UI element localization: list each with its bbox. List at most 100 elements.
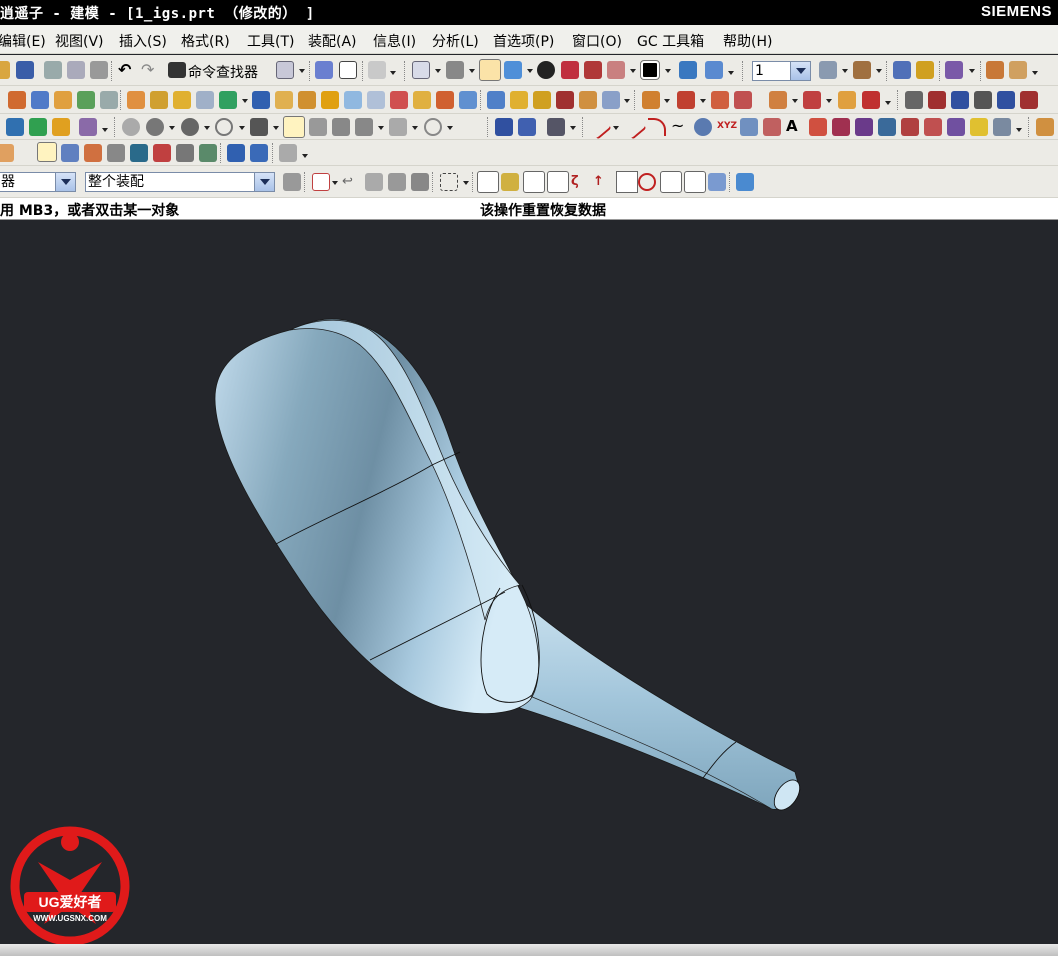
box-icon[interactable]	[607, 61, 625, 79]
sync-icon-7[interactable]	[838, 91, 856, 109]
misc-icon-11[interactable]	[250, 144, 268, 162]
shade-icon[interactable]	[446, 61, 464, 79]
redo-icon[interactable]: ↷	[141, 61, 159, 79]
menu-analysis[interactable]: 分析(L)	[432, 31, 479, 51]
window-icon[interactable]	[339, 61, 357, 79]
open-icon[interactable]	[0, 61, 10, 79]
misc-icon-8[interactable]	[176, 144, 194, 162]
snap-icon[interactable]	[315, 61, 333, 79]
snap-control-icon[interactable]: ζ	[571, 173, 589, 191]
sync-icon-8[interactable]	[862, 91, 880, 109]
sync-icon-3[interactable]	[711, 91, 729, 109]
menu-edit[interactable]: 编辑(E)	[0, 31, 46, 51]
graphics-viewport[interactable]	[0, 221, 1058, 956]
fit-view-icon[interactable]	[412, 61, 430, 79]
undo-icon[interactable]: ↶	[118, 61, 136, 79]
slot-icon[interactable]	[321, 91, 339, 109]
magnify-icon[interactable]	[916, 61, 934, 79]
rotate-icon[interactable]	[705, 61, 723, 79]
circle-icon[interactable]	[146, 118, 164, 136]
menu-insert[interactable]: 插入(S)	[119, 31, 167, 51]
sync-icon-4[interactable]	[734, 91, 752, 109]
select-body-icon[interactable]	[365, 173, 383, 191]
intersect-icon[interactable]	[533, 91, 551, 109]
point-snap-icon[interactable]	[312, 173, 330, 191]
black-square-icon[interactable]	[640, 60, 660, 80]
misc-icon-6[interactable]	[130, 144, 148, 162]
snap-existing-icon[interactable]	[660, 171, 682, 193]
feature-icon-4[interactable]	[77, 91, 95, 109]
isoparametric-icon[interactable]	[901, 118, 919, 136]
menu-format[interactable]: 格式(R)	[181, 31, 230, 51]
sync-icon-5[interactable]	[769, 91, 787, 109]
book-icon[interactable]	[252, 91, 270, 109]
misc-icon-2[interactable]	[37, 142, 57, 162]
ruler-icon[interactable]	[986, 61, 1004, 79]
square-icon[interactable]	[250, 118, 268, 136]
surface-icon-1[interactable]	[6, 118, 24, 136]
model-head-surface[interactable]	[214, 318, 540, 715]
cut-icon[interactable]	[44, 61, 62, 79]
feature-icon-1[interactable]	[8, 91, 26, 109]
line2-icon[interactable]	[621, 114, 647, 140]
filter-icon[interactable]	[283, 173, 301, 191]
groove-icon[interactable]	[298, 91, 316, 109]
layer-settings-icon[interactable]	[819, 61, 837, 79]
law-curve-icon[interactable]	[763, 118, 781, 136]
menu-info[interactable]: 信息(I)	[373, 31, 416, 51]
surface-icon-2[interactable]	[29, 118, 47, 136]
cancel-icon[interactable]	[424, 118, 442, 136]
measure-icon[interactable]	[893, 61, 911, 79]
snap-center-icon[interactable]	[616, 171, 638, 193]
offset-icon[interactable]	[459, 91, 477, 109]
surface-icon-3[interactable]	[52, 118, 70, 136]
snap-point-icon-1[interactable]	[477, 171, 499, 193]
draft-icon[interactable]	[436, 91, 454, 109]
save-icon[interactable]	[16, 61, 34, 79]
feature-icon-3[interactable]	[54, 91, 72, 109]
split-curve-icon[interactable]	[993, 118, 1011, 136]
snap-midpoint-icon[interactable]	[547, 171, 569, 193]
misc-icon-10[interactable]	[227, 144, 245, 162]
wrap-icon[interactable]	[947, 118, 965, 136]
sync-icon-2[interactable]	[677, 91, 695, 109]
extract-icon[interactable]	[970, 118, 988, 136]
pocket-icon[interactable]	[275, 91, 293, 109]
gear-icon[interactable]	[740, 118, 758, 136]
menu-preferences[interactable]: 首选项(P)	[493, 31, 554, 51]
misc-icon-4[interactable]	[84, 144, 102, 162]
misc-icon-1[interactable]	[0, 144, 14, 162]
line-icon[interactable]	[586, 114, 612, 140]
angle-icon[interactable]	[1009, 61, 1027, 79]
curve-icon-4[interactable]	[974, 91, 992, 109]
binoculars-icon[interactable]	[168, 62, 186, 78]
copy-icon[interactable]	[67, 61, 85, 79]
select-face-icon[interactable]	[388, 173, 406, 191]
chevron-down-icon[interactable]	[790, 62, 810, 80]
model-3d-view[interactable]	[0, 221, 1058, 956]
feature-icon-5[interactable]	[100, 91, 118, 109]
pen-icon[interactable]	[518, 118, 536, 136]
menu-gc-toolbox[interactable]: GC 工具箱	[637, 31, 704, 51]
blend-icon[interactable]	[390, 91, 408, 109]
shaded-cube-icon[interactable]	[504, 61, 522, 79]
spline-icon[interactable]: ~	[671, 118, 689, 136]
snap-on-curve-icon[interactable]	[684, 171, 706, 193]
play-icon[interactable]	[945, 61, 963, 79]
offset-curve-icon[interactable]	[809, 118, 827, 136]
command-finder-button[interactable]: 命令查找器	[188, 62, 258, 82]
misc-icon-3[interactable]	[61, 144, 79, 162]
feature-icon-2[interactable]	[31, 91, 49, 109]
no-symbol-icon[interactable]	[215, 118, 233, 136]
subtract-icon[interactable]	[510, 91, 528, 109]
plane-icon[interactable]	[332, 118, 350, 136]
view-cube-icon[interactable]	[736, 173, 754, 191]
type-filter-combo[interactable]: 器	[0, 172, 76, 192]
red-box-icon[interactable]	[584, 61, 602, 79]
text-icon[interactable]: A	[786, 118, 804, 136]
layer-combo[interactable]: 1	[752, 61, 811, 81]
patch-icon[interactable]	[602, 91, 620, 109]
person-icon[interactable]	[309, 118, 327, 136]
split-body-icon[interactable]	[579, 91, 597, 109]
curve-icon-1[interactable]	[905, 91, 923, 109]
